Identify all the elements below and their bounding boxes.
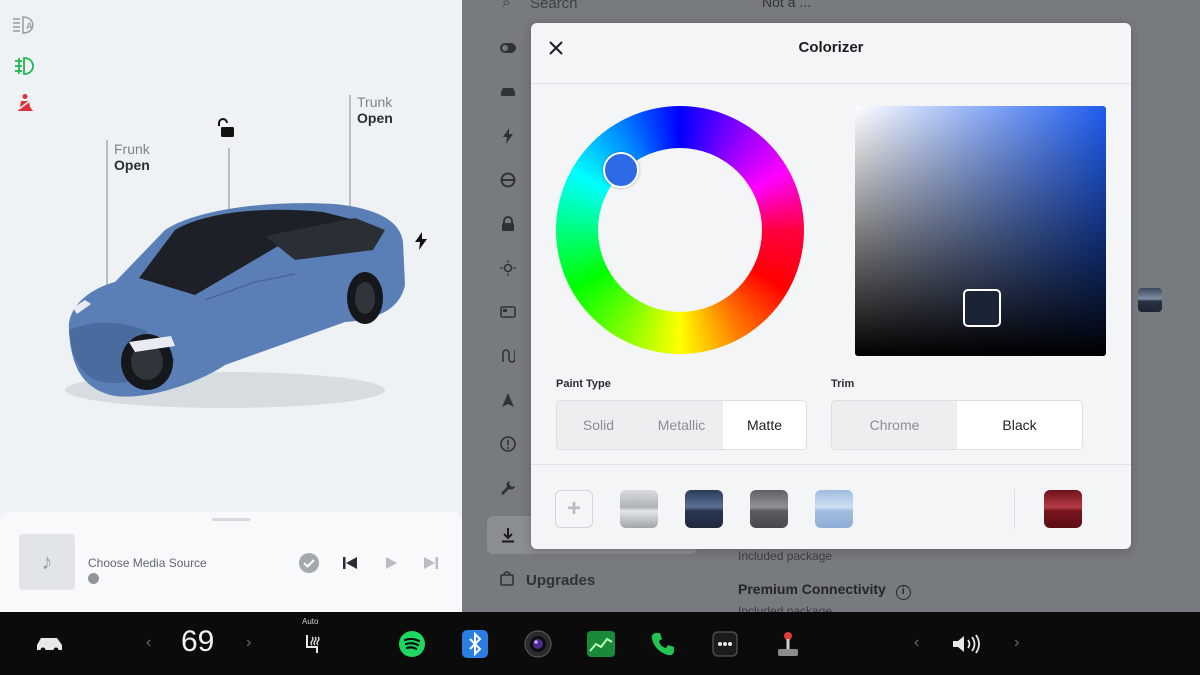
swatch-silver[interactable] <box>620 490 658 528</box>
seat-heat-mode-label: Auto <box>302 617 319 626</box>
auto-headlights-icon: A <box>12 14 38 36</box>
hue-knob[interactable] <box>603 152 639 188</box>
car-status-panel: A Frunk Open Trunk Open ♪ Choose Media S… <box>0 0 462 612</box>
lock-icon[interactable] <box>498 214 518 234</box>
trim-chrome[interactable]: Chrome <box>832 401 957 449</box>
add-swatch-button[interactable]: + <box>555 490 593 528</box>
trim-label: Trim <box>831 378 855 390</box>
trips-icon[interactable] <box>498 346 518 366</box>
wheel-preview-swatch <box>1138 288 1162 312</box>
frunk-state: Open <box>114 157 150 173</box>
more-icon[interactable] <box>709 628 741 660</box>
navigation-icon[interactable] <box>498 390 518 410</box>
trunk-status[interactable]: Trunk Open <box>357 94 393 126</box>
cabin-temperature[interactable]: 69 <box>181 625 214 659</box>
fog-light-icon <box>12 55 38 77</box>
car-model-image <box>65 203 405 408</box>
frunk-label: Frunk <box>114 141 150 157</box>
energy-icon[interactable] <box>585 628 617 660</box>
trunk-label: Trunk <box>357 94 393 110</box>
trunk-state: Open <box>357 110 393 126</box>
search-icon: ⌕ <box>502 0 511 11</box>
spotify-icon[interactable] <box>396 628 428 660</box>
next-track-icon[interactable] <box>420 552 442 574</box>
media-player: ♪ Choose Media Source <box>0 512 462 612</box>
upgrades-menu-item[interactable]: Upgrades <box>500 570 595 590</box>
volume-down-chevron-icon[interactable]: ‹ <box>914 634 919 652</box>
volume-icon[interactable] <box>950 628 982 660</box>
swatch-divider <box>1014 489 1015 529</box>
swatch-red[interactable] <box>1044 490 1082 528</box>
controls-toggle-icon[interactable] <box>498 38 518 58</box>
shopping-bag-icon <box>500 570 514 590</box>
phone-icon[interactable] <box>647 628 679 660</box>
toybox-icon[interactable] <box>772 628 804 660</box>
premium-connectivity-label: Premium Connectivity <box>738 581 886 597</box>
service-wrench-icon[interactable] <box>498 478 518 498</box>
modal-header: Colorizer <box>531 23 1131 84</box>
swatch-light-blue[interactable] <box>815 490 853 528</box>
steering-wheel-icon[interactable] <box>498 170 518 190</box>
safety-icon[interactable] <box>498 434 518 454</box>
hue-wheel[interactable] <box>556 106 804 354</box>
play-icon[interactable] <box>380 552 402 574</box>
seat-heater-icon[interactable] <box>297 628 329 660</box>
temp-up-chevron-icon[interactable]: › <box>246 634 251 652</box>
svg-text:A: A <box>26 21 33 31</box>
charge-port-icon[interactable] <box>413 232 429 250</box>
swatch-bar: + <box>531 464 1131 549</box>
saturation-value-knob[interactable] <box>963 289 1001 327</box>
temp-down-chevron-icon[interactable]: ‹ <box>146 634 151 652</box>
info-icon[interactable]: i <box>895 585 911 600</box>
swatch-gray[interactable] <box>750 490 788 528</box>
charging-icon[interactable] <box>498 126 518 146</box>
profile-name-text[interactable]: Not a ... <box>762 0 811 10</box>
paint-type-metallic[interactable]: Metallic <box>640 401 723 449</box>
premium-connectivity-row[interactable]: Premium Connectivity i <box>738 581 911 600</box>
download-icon[interactable] <box>498 525 518 545</box>
settings-search[interactable]: ⌕ Search <box>502 0 578 12</box>
frunk-status[interactable]: Frunk Open <box>114 141 150 173</box>
check-icon[interactable] <box>298 552 320 574</box>
spotify-small-icon <box>88 573 99 584</box>
display-icon[interactable] <box>498 302 518 322</box>
bluetooth-icon[interactable] <box>459 628 491 660</box>
saturation-value-picker[interactable] <box>855 106 1106 356</box>
included-package-text: Included package <box>738 549 833 563</box>
paint-type-matte[interactable]: Matte <box>723 401 806 449</box>
car-icon[interactable] <box>34 628 66 660</box>
taskbar: ‹ 69 › Auto ‹ › <box>0 612 1200 675</box>
trim-black[interactable]: Black <box>957 401 1082 449</box>
vehicle-icon[interactable] <box>498 82 518 102</box>
lights-icon[interactable] <box>498 258 518 278</box>
modal-title: Colorizer <box>798 39 864 56</box>
trim-selector: Chrome Black <box>831 400 1083 450</box>
paint-type-label: Paint Type <box>556 378 611 390</box>
colorizer-modal: Colorizer Paint Type Solid Metallic Matt… <box>531 23 1131 549</box>
unlock-icon[interactable] <box>215 117 237 139</box>
previous-track-icon[interactable] <box>339 552 361 574</box>
media-drag-handle[interactable] <box>212 518 250 521</box>
paint-type-solid[interactable]: Solid <box>557 401 640 449</box>
seatbelt-warning-icon <box>12 92 38 114</box>
camera-icon[interactable] <box>522 628 554 660</box>
swatch-navy[interactable] <box>685 490 723 528</box>
upgrades-label: Upgrades <box>526 571 596 589</box>
media-source-title[interactable]: Choose Media Source <box>88 556 207 570</box>
volume-up-chevron-icon[interactable]: › <box>1014 634 1019 652</box>
search-placeholder: Search <box>530 0 578 12</box>
music-note-icon: ♪ <box>19 534 75 590</box>
paint-type-selector: Solid Metallic Matte <box>556 400 807 450</box>
included-package-text-2: Included package <box>738 604 833 612</box>
